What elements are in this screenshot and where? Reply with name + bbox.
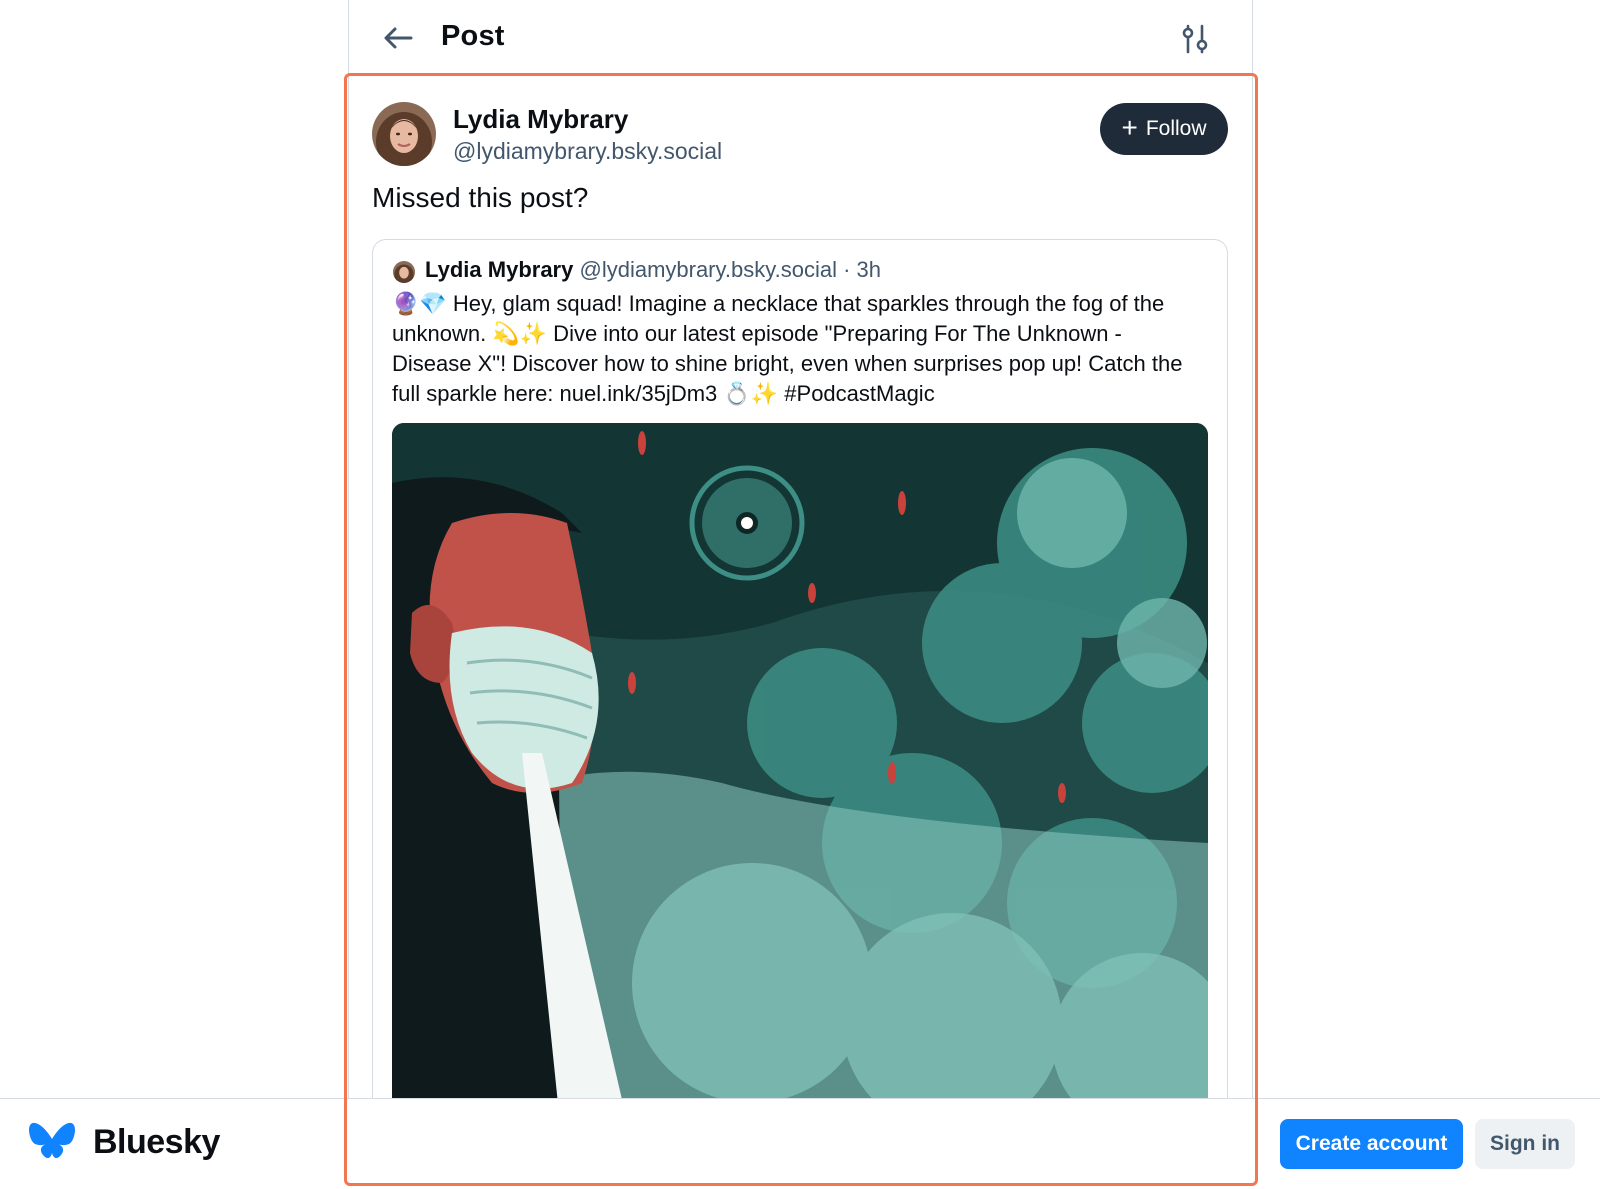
follow-button[interactable]: + Follow: [1100, 103, 1228, 155]
author-name[interactable]: Lydia Mybrary: [453, 104, 628, 135]
post-image[interactable]: [392, 423, 1208, 1098]
author-handle[interactable]: @lydiamybrary.bsky.social: [453, 138, 722, 165]
butterfly-logo-icon: [28, 1121, 76, 1165]
quote-author-handle[interactable]: @lydiamybrary.bsky.social: [579, 257, 836, 282]
bottom-bar: Bluesky Create account Sign in: [0, 1098, 1600, 1189]
quote-text: 🔮💎 Hey, glam squad! Imagine a necklace t…: [392, 291, 1183, 406]
back-button[interactable]: [378, 18, 418, 58]
page-title: Post: [441, 20, 505, 52]
page-header: Post: [348, 0, 1253, 76]
quoted-post[interactable]: Lydia Mybrary @lydiamybrary.bsky.social …: [372, 239, 1228, 1098]
create-account-button[interactable]: Create account: [1280, 1119, 1463, 1169]
arrow-left-icon: [384, 27, 413, 49]
avatar[interactable]: [372, 102, 436, 166]
quote-avatar: [393, 261, 415, 283]
thread-settings-button[interactable]: [1179, 22, 1211, 56]
brand-name: Bluesky: [93, 1123, 220, 1161]
plus-icon: +: [1121, 111, 1138, 143]
follow-label: Follow: [1145, 117, 1207, 140]
quote-meta: Lydia Mybrary @lydiamybrary.bsky.social …: [425, 257, 881, 283]
quote-author-name[interactable]: Lydia Mybrary: [425, 257, 573, 282]
sliders-icon: [1182, 24, 1208, 54]
post-text: Missed this post?: [372, 182, 589, 213]
quote-timestamp: · 3h: [843, 257, 881, 282]
sign-in-button[interactable]: Sign in: [1475, 1119, 1575, 1169]
post-card: Lydia Mybrary @lydiamybrary.bsky.social …: [348, 78, 1253, 1098]
